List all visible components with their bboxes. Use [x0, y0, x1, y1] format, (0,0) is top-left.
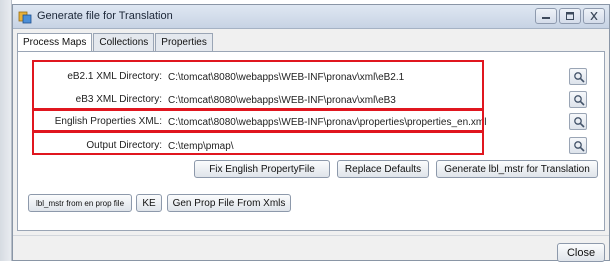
minimize-button[interactable] — [535, 8, 557, 24]
ke-button[interactable]: KE — [136, 194, 162, 212]
background-window-edge — [0, 0, 12, 261]
fix-english-propertyfile-button[interactable]: Fix English PropertyFile — [194, 160, 330, 178]
replace-defaults-button[interactable]: Replace Defaults — [337, 160, 429, 178]
window-title: Generate file for Translation — [37, 10, 173, 22]
translate-app-icon — [18, 10, 32, 24]
eb3-browse-button[interactable] — [569, 91, 587, 108]
minimize-icon — [542, 17, 550, 19]
tab-strip: Process Maps Collections Properties — [17, 33, 214, 52]
output-browse-button[interactable] — [569, 137, 587, 154]
gen-prop-file-from-xmls-button[interactable]: Gen Prop File From Xmls — [167, 194, 291, 212]
lbl-mstr-from-en-prop-file-button[interactable]: lbl_mstr from en prop file — [28, 194, 132, 212]
english-properties-browse-button[interactable] — [569, 113, 587, 130]
magnifier-icon — [574, 72, 585, 83]
process-maps-panel: eB2.1 XML Directory: eB3 XML Directory: … — [17, 51, 605, 231]
maximize-button[interactable] — [559, 8, 581, 24]
close-icon — [590, 12, 598, 20]
magnifier-icon — [574, 95, 585, 106]
tab-process-maps[interactable]: Process Maps — [17, 33, 93, 52]
highlight-xml-directories — [32, 60, 484, 111]
highlight-output-directory — [32, 131, 484, 155]
footer-divider — [13, 235, 609, 236]
highlight-english-properties — [32, 108, 484, 132]
maximize-icon — [566, 12, 574, 20]
eb21-browse-button[interactable] — [569, 68, 587, 85]
magnifier-icon — [574, 117, 585, 128]
title-bar[interactable]: Generate file for Translation — [13, 5, 609, 29]
close-window-button[interactable] — [583, 8, 605, 24]
magnifier-icon — [574, 141, 585, 152]
generate-lbl-mstr-button[interactable]: Generate lbl_mstr for Translation — [436, 160, 598, 178]
tab-collections[interactable]: Collections — [93, 33, 155, 51]
close-button[interactable]: Close — [557, 243, 605, 262]
translation-dialog: Generate file for Translation Process Ma… — [12, 4, 610, 262]
tab-properties[interactable]: Properties — [155, 33, 213, 51]
